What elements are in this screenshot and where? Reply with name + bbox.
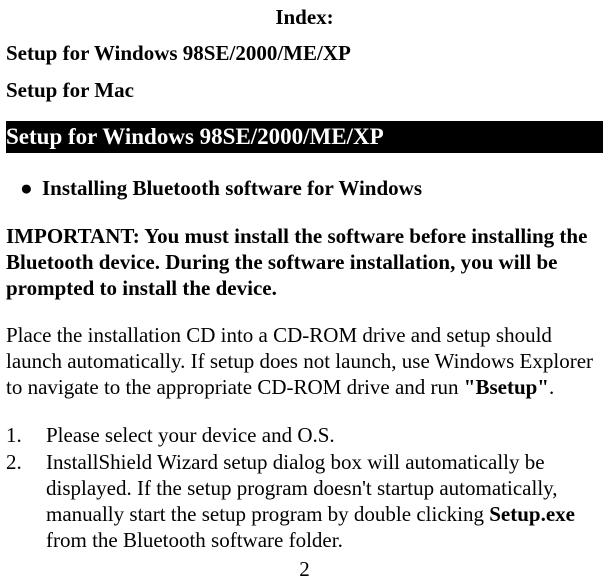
para-bold-bsetup: "Bsetup" (464, 375, 549, 399)
step-2-text-before: InstallShield Wizard setup dialog box wi… (46, 450, 558, 527)
bullet-text: Installing Bluetooth software for Window… (42, 176, 422, 200)
para-suffix: . (549, 375, 554, 399)
step-2-bold-setupexe: Setup.exe (489, 502, 575, 526)
bullet-installing: ●Installing Bluetooth software for Windo… (6, 175, 603, 201)
page-number: 2 (6, 556, 603, 582)
step-2-text-after: from the Bluetooth software folder. (46, 528, 343, 552)
step-1-number: 1. (6, 422, 46, 448)
bullet-dot-icon: ● (20, 175, 42, 201)
step-1: 1. Please select your device and O.S. (6, 422, 603, 448)
step-2: 2. InstallShield Wizard setup dialog box… (6, 449, 603, 554)
step-1-text: Please select your device and O.S. (46, 422, 603, 448)
install-instructions-paragraph: Place the installation CD into a CD-ROM … (6, 322, 603, 401)
important-note: IMPORTANT: You must install the software… (6, 223, 603, 302)
section-heading-windows: Setup for Windows 98SE/2000/ME/XP (6, 121, 603, 153)
index-title: Index: (6, 4, 603, 30)
toc-line-windows: Setup for Windows 98SE/2000/ME/XP (6, 40, 603, 66)
toc-line-mac: Setup for Mac (6, 77, 603, 103)
step-2-number: 2. (6, 449, 46, 554)
steps-list: 1. Please select your device and O.S. 2.… (6, 422, 603, 553)
step-2-body: InstallShield Wizard setup dialog box wi… (46, 449, 603, 554)
